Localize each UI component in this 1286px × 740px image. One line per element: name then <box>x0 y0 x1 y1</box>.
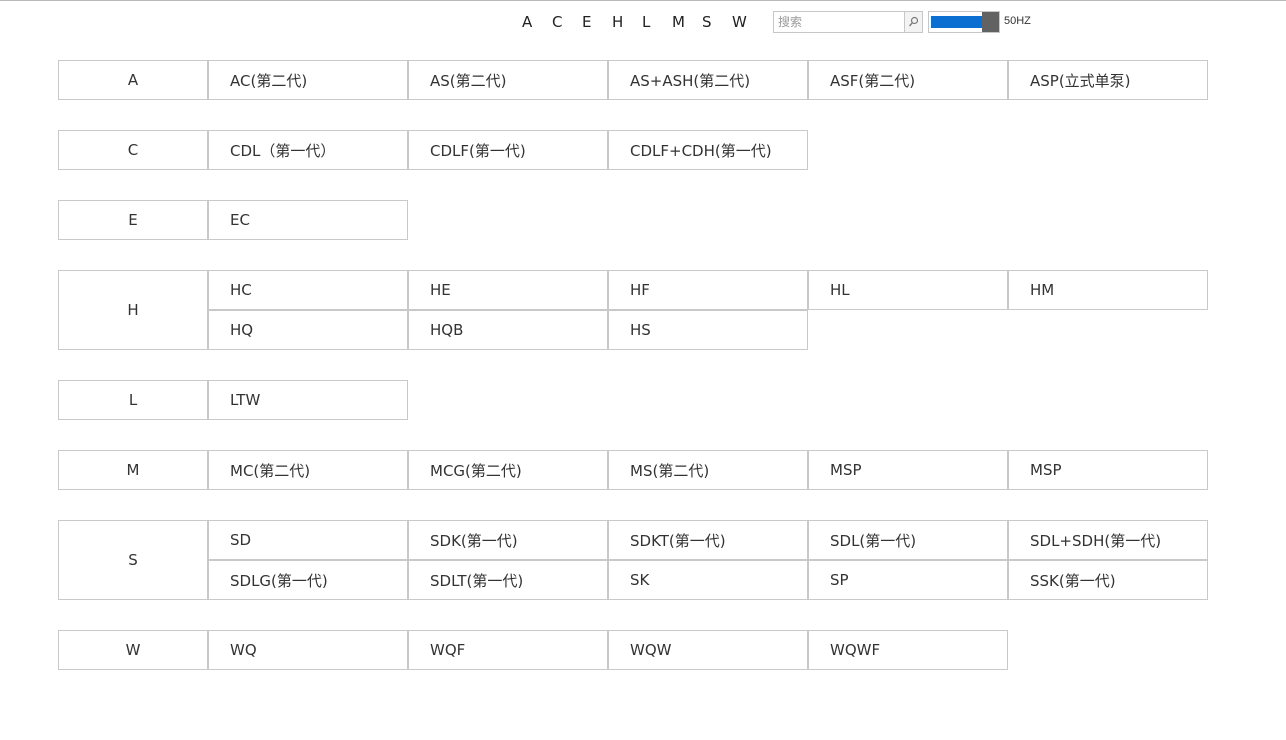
product-series-list: A AC(第二代) AS(第二代) AS+ASH(第二代) ASF(第二代) ASP(立式… <box>58 60 1208 700</box>
letter-nav-w[interactable]: W <box>730 11 760 33</box>
series-link[interactable]: AS+ASH(第二代) <box>608 60 808 100</box>
group-letter: H <box>58 270 208 350</box>
frequency-label: 50HZ <box>1004 15 1031 27</box>
group-letter: E <box>58 200 208 240</box>
group-letter: L <box>58 380 208 420</box>
group-items: LTW <box>208 380 1208 420</box>
series-link[interactable]: EC <box>208 200 408 240</box>
series-link[interactable]: AC(第二代) <box>208 60 408 100</box>
series-link[interactable]: CDL（第一代） <box>208 130 408 170</box>
letter-nav-h[interactable]: H <box>610 11 640 33</box>
group-items: MC(第二代) MCG(第二代) MS(第二代) MSP MSP <box>208 450 1208 490</box>
series-group-c: C CDL（第一代） CDLF(第一代) CDLF+CDH(第一代) <box>58 130 1208 170</box>
letter-nav-c[interactable]: C <box>550 11 580 33</box>
group-letter: S <box>58 520 208 600</box>
series-link[interactable]: SD <box>208 520 408 560</box>
series-group-l: L LTW <box>58 380 1208 420</box>
frequency-toggle-fill <box>931 16 984 28</box>
series-link[interactable]: HF <box>608 270 808 310</box>
series-link[interactable]: HQ <box>208 310 408 350</box>
series-link[interactable]: CDLF(第一代) <box>408 130 608 170</box>
top-border <box>0 0 1286 1</box>
series-group-s: S SD SDK(第一代) SDKT(第一代) SDL(第一代) SDL+SDH(第一代)… <box>58 520 1208 600</box>
series-group-w: W WQ WQF WQW WQWF <box>58 630 1208 670</box>
series-link[interactable]: WQ <box>208 630 408 670</box>
series-link[interactable]: SDK(第一代) <box>408 520 608 560</box>
series-group-a: A AC(第二代) AS(第二代) AS+ASH(第二代) ASF(第二代) ASP(立式… <box>58 60 1208 100</box>
series-link[interactable]: MSP <box>808 450 1008 490</box>
series-link[interactable]: SDL+SDH(第一代) <box>1008 520 1208 560</box>
series-group-h: H HC HE HF HL HM HQ HQB HS <box>58 270 1208 350</box>
series-link[interactable]: ASP(立式单泵) <box>1008 60 1208 100</box>
group-letter: M <box>58 450 208 490</box>
series-link[interactable]: SP <box>808 560 1008 600</box>
letter-nav-a[interactable]: A <box>520 11 550 33</box>
group-items: CDL（第一代） CDLF(第一代) CDLF+CDH(第一代) <box>208 130 1208 170</box>
series-link[interactable]: CDLF+CDH(第一代) <box>608 130 808 170</box>
series-link[interactable]: MCG(第二代) <box>408 450 608 490</box>
series-link[interactable]: HL <box>808 270 1008 310</box>
series-group-e: E EC <box>58 200 1208 240</box>
series-link[interactable]: SDKT(第一代) <box>608 520 808 560</box>
group-items: AC(第二代) AS(第二代) AS+ASH(第二代) ASF(第二代) ASP(立式单… <box>208 60 1208 100</box>
series-link[interactable]: AS(第二代) <box>408 60 608 100</box>
search-button[interactable] <box>904 12 922 32</box>
frequency-toggle-knob[interactable] <box>982 12 999 32</box>
magnifier-icon <box>908 16 919 27</box>
series-link[interactable]: SK <box>608 560 808 600</box>
series-link[interactable]: SSK(第一代) <box>1008 560 1208 600</box>
series-link[interactable]: HS <box>608 310 808 350</box>
series-link[interactable]: SDLG(第一代) <box>208 560 408 600</box>
group-items: HC HE HF HL HM HQ HQB HS <box>208 270 1208 350</box>
letter-nav-s[interactable]: S <box>700 11 730 33</box>
series-link[interactable]: MSP <box>1008 450 1208 490</box>
group-letter: W <box>58 630 208 670</box>
series-link[interactable]: HE <box>408 270 608 310</box>
search-box <box>773 11 923 33</box>
series-link[interactable]: ASF(第二代) <box>808 60 1008 100</box>
group-items: EC <box>208 200 1208 240</box>
series-link[interactable]: HC <box>208 270 408 310</box>
series-link[interactable]: MS(第二代) <box>608 450 808 490</box>
series-link[interactable]: SDL(第一代) <box>808 520 1008 560</box>
series-link[interactable]: WQF <box>408 630 608 670</box>
letter-nav-e[interactable]: E <box>580 11 610 33</box>
letter-nav-l[interactable]: L <box>640 11 670 33</box>
group-items: SD SDK(第一代) SDKT(第一代) SDL(第一代) SDL+SDH(第一代) S… <box>208 520 1208 600</box>
series-link[interactable]: HM <box>1008 270 1208 310</box>
letter-nav-m[interactable]: M <box>670 11 700 33</box>
frequency-toggle[interactable] <box>928 11 1000 33</box>
group-letter: C <box>58 130 208 170</box>
series-link[interactable]: MC(第二代) <box>208 450 408 490</box>
letter-index-nav: ACEHLMSW <box>520 11 760 33</box>
series-group-m: M MC(第二代) MCG(第二代) MS(第二代) MSP MSP <box>58 450 1208 490</box>
series-link[interactable]: HQB <box>408 310 608 350</box>
series-link[interactable]: WQWF <box>808 630 1008 670</box>
group-letter: A <box>58 60 208 100</box>
series-link[interactable]: LTW <box>208 380 408 420</box>
group-items: WQ WQF WQW WQWF <box>208 630 1208 670</box>
search-input[interactable] <box>776 13 908 31</box>
series-link[interactable]: WQW <box>608 630 808 670</box>
series-link[interactable]: SDLT(第一代) <box>408 560 608 600</box>
